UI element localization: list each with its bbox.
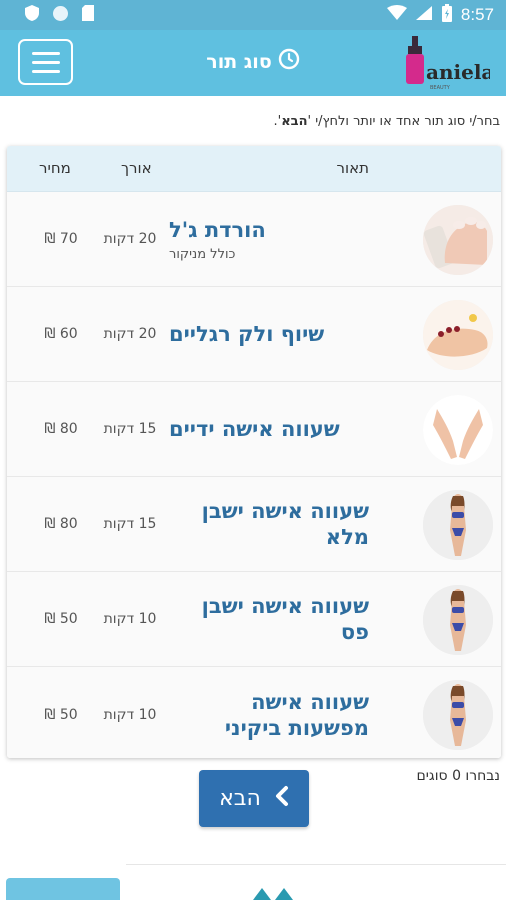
app-bar: סוג תור aniela BEAUTY [0,30,506,96]
status-bar: 8:57 [0,0,506,30]
bikini-woman-image [423,585,493,655]
clock-icon [278,48,300,75]
hands-image [423,395,493,465]
service-row[interactable]: שעווה אישה ישבן מלא 15 דקות 80 ₪ [7,477,501,572]
instructions-text: בחר/י סוג תור אחד או יותר ולחץ/י 'הבא'. [273,114,500,129]
circle-icon [52,5,69,26]
chevron-left-icon [275,785,289,813]
bikini-woman-image [423,490,493,560]
service-row[interactable]: שעווה אישה ישבן פס 10 דקות 50 ₪ [7,572,501,667]
service-price: 60 ₪ [44,326,78,342]
service-length: 20 דקות [103,326,157,342]
manicure-hand-image [423,205,493,275]
service-name: שעווה אישה ישבן מלא [201,499,369,549]
column-price: מחיר [39,159,71,177]
service-row[interactable]: שעווה אישה ידיים 15 דקות 80 ₪ [7,382,501,477]
service-row[interactable]: הורדת ג'ל כולל מניקור 20 דקות 70 ₪ [7,192,501,287]
service-price: 80 ₪ [44,516,78,532]
service-length: 15 דקות [103,516,157,532]
service-name: שיוף ולק רגליים [169,322,325,346]
battery-icon [441,3,453,28]
service-length: 15 דקות [103,421,157,437]
status-time: 8:57 [460,5,494,24]
next-button-label: הבא [219,786,261,811]
signal-icon [415,5,433,26]
service-price: 50 ₪ [44,706,78,723]
service-name: הורדת ג'ל [169,217,266,242]
service-length: 20 דקות [103,231,157,247]
service-name: שעווה אישה ישבן פס [201,594,369,644]
service-price: 50 ₪ [44,611,78,627]
svg-text:BEAUTY: BEAUTY [430,85,451,91]
service-price: 70 ₪ [44,231,78,247]
column-length: אורך [121,159,152,177]
service-subtitle: כולל מניקור [169,246,236,262]
bottom-tab-button[interactable] [6,878,120,900]
pedicure-feet-image [423,300,493,370]
service-price: 80 ₪ [44,421,78,437]
service-length: 10 דקות [103,611,157,627]
footer-divider [126,864,506,865]
footer-logo-icon [250,884,304,900]
service-row[interactable]: שיוף ולק רגליים 20 דקות 60 ₪ [7,287,501,382]
daniela-logo: aniela BEAUTY [402,34,494,92]
service-length: 10 דקות [103,706,157,723]
service-name: שעווה אישה מפשעות ביקיני [224,689,369,740]
table-header: תאור אורך מחיר [7,146,501,192]
selected-count: נבחרו 0 סוגים [416,768,500,784]
next-button[interactable]: הבא [199,770,309,827]
sim-card-icon [81,4,95,26]
shield-icon [24,4,40,26]
wifi-icon [386,4,407,26]
services-table: תאור אורך מחיר הורדת ג'ל כולל מניקור 20 … [7,146,501,758]
service-name: שעווה אישה ידיים [169,417,340,441]
column-description: תאור [336,159,369,177]
svg-text:aniela: aniela [426,60,490,84]
bikini-woman-image [423,680,493,750]
service-row[interactable]: שעווה אישה מפשעות ביקיני 10 דקות 50 ₪ [7,667,501,758]
